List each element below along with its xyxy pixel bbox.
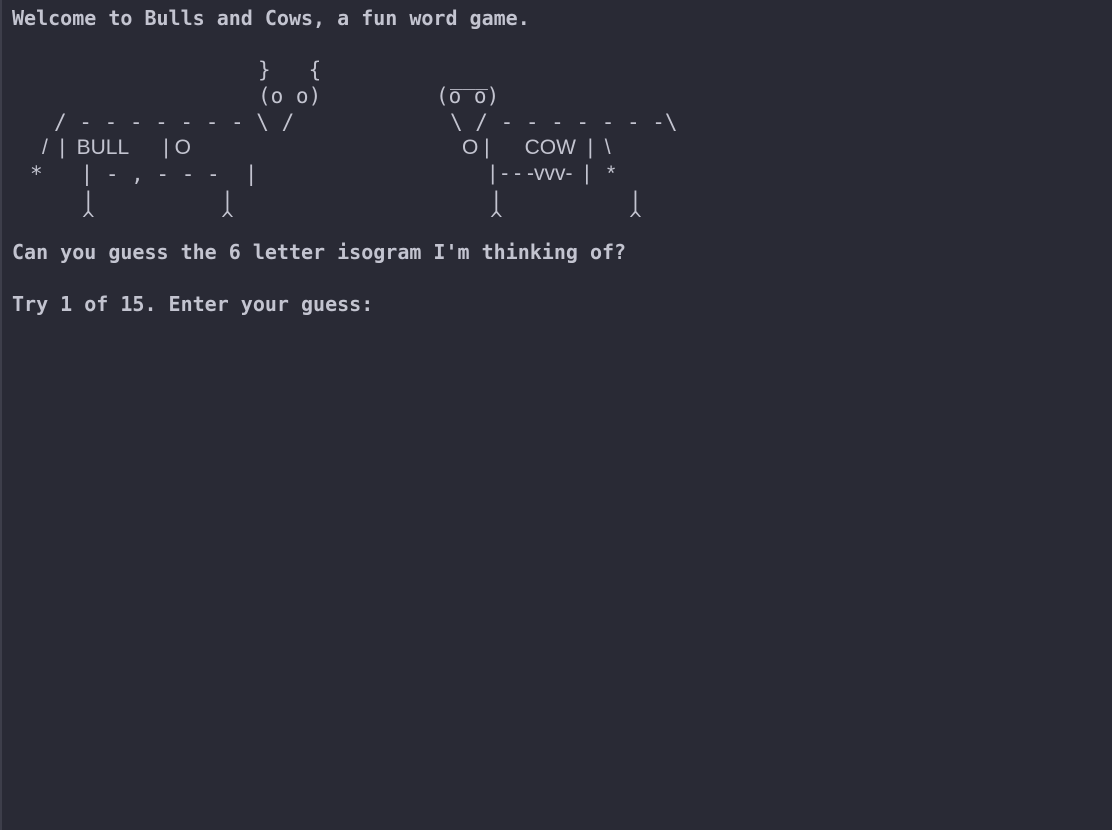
cow-body: | - - -vvv- | *	[490, 162, 616, 185]
cow-hooves: ^ ^	[490, 208, 642, 232]
question-line: Can you guess the 6 letter isogram I'm t…	[12, 240, 627, 264]
bull-horns: } {	[258, 58, 322, 82]
bulls-and-cows-ascii-art: } { (o o) / - - - - - - - \ / / | BULL |…	[30, 58, 730, 233]
guess-prompt: Try 1 of 15. Enter your guess:	[12, 292, 374, 316]
bull-hooves: ^ ^	[82, 208, 234, 232]
bull-face: (o o)	[258, 84, 322, 108]
text-cursor[interactable]	[426, 294, 427, 316]
cow-face: (o o)	[436, 84, 500, 108]
cow-neck: O | COW | \	[462, 136, 611, 159]
bull-back: / - - - - - - - \ /	[54, 110, 295, 134]
bull-body: * | - , - - - |	[30, 162, 258, 186]
console-output[interactable]: Welcome to Bulls and Cows, a fun word ga…	[0, 0, 1110, 830]
bull-neck: / | BULL | O	[42, 136, 192, 159]
cow-back: \ / - - - - - - -\	[450, 110, 678, 134]
welcome-line: Welcome to Bulls and Cows, a fun word ga…	[12, 6, 530, 30]
